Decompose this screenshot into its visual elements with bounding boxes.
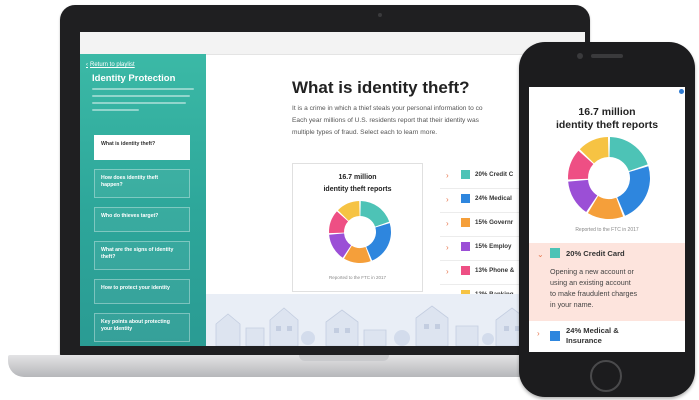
legend-swatch — [461, 194, 470, 203]
nav-item-label: How to protect your identity — [101, 285, 170, 291]
phone: 16.7 million identity theft reports Repo… — [519, 42, 695, 397]
legend-label: 24% Medical — [475, 195, 512, 202]
sidebar-nav: What is identity theft? How does identit… — [94, 135, 190, 346]
accordion-body-line: to make fraudulent charges — [550, 289, 638, 298]
laptop-base-notch — [299, 355, 389, 361]
accordion-body-line: in your name. — [550, 300, 594, 309]
chevron-right-icon: › — [446, 267, 449, 276]
intro-text-line — [92, 109, 139, 111]
accordion-body-line: Opening a new account or — [550, 267, 634, 276]
legend-swatch — [461, 266, 470, 275]
laptop-camera — [378, 13, 382, 17]
chevron-right-icon: › — [537, 329, 540, 338]
chevron-right-icon: › — [446, 171, 449, 180]
accordion-title: 20% Credit Card — [566, 249, 625, 258]
accordion-title-line: 24% Medical & — [566, 326, 619, 335]
nav-item-label: Key points about protecting — [101, 319, 170, 325]
laptop-screen: ‹ Return to playlist Identity Protection … — [80, 32, 585, 346]
sidebar-title: Identity Protection — [92, 73, 176, 84]
nav-item-how-does-identity-theft-happen[interactable]: How does identity theft happen? — [94, 169, 190, 198]
chart-label: identity theft reports — [323, 186, 392, 193]
donut-slice-medical-insurance — [617, 166, 650, 216]
nav-item-label: What are the signs of identity — [101, 247, 174, 253]
phone-screen: 16.7 million identity theft reports Repo… — [529, 87, 685, 352]
accordion-title: 24% Medical & Insurance — [566, 326, 676, 346]
accordion-title-line: Insurance — [566, 336, 602, 345]
legend-swatch — [550, 248, 560, 258]
nav-item-label: your identity — [101, 326, 133, 332]
legend-label: 15% Employ — [475, 243, 512, 250]
chart-source: Reported to the FTC in 2017 — [328, 275, 387, 280]
chevron-left-icon: ‹ — [86, 62, 88, 68]
return-to-playlist-link[interactable]: ‹ Return to playlist — [86, 62, 135, 68]
accordion-body: Opening a new account or using an existi… — [550, 266, 680, 310]
nav-item-label: Who do thieves target? — [101, 213, 159, 219]
home-button[interactable] — [590, 360, 622, 392]
donut-chart — [568, 137, 650, 219]
chart-stat: 16.7 million — [338, 174, 377, 181]
legend-swatch — [461, 242, 470, 251]
scroll-indicator — [679, 89, 684, 94]
chart-label: identity theft reports — [555, 119, 659, 131]
donut-chart — [329, 201, 391, 263]
donut-slice-credit-card — [360, 201, 390, 227]
legend-label: 15% Governr — [475, 219, 514, 226]
nav-item-signs-of-identity-theft[interactable]: What are the signs of identity theft? — [94, 241, 190, 270]
accordion-item-credit-card-expanded[interactable]: ⌄ 20% Credit Card Opening a new account … — [529, 243, 685, 321]
browser-top-bar — [80, 32, 585, 55]
donut-slice-credit-card — [609, 137, 648, 172]
nav-item-how-to-protect-your-identity[interactable]: How to protect your identity — [94, 279, 190, 304]
accordion-item-medical[interactable]: › 24% Medical & Insurance — [529, 322, 685, 352]
intro-text-line — [92, 102, 186, 104]
phone-camera — [577, 53, 583, 59]
intro-text-line — [92, 95, 190, 97]
nav-item-what-is-identity-theft[interactable]: What is identity theft? — [94, 135, 190, 160]
page-title: What is identity theft? — [292, 78, 470, 97]
sidebar: ‹ Return to playlist Identity Protection … — [80, 54, 206, 346]
return-to-playlist-label: Return to playlist — [90, 62, 135, 68]
nav-item-label: What is identity theft? — [101, 141, 156, 147]
nav-item-label: theft? — [101, 254, 116, 260]
accordion-body-line: using an existing account — [550, 278, 631, 287]
legend-label: 20% Credit C — [475, 171, 514, 178]
chevron-right-icon: › — [446, 195, 449, 204]
chart-card: 16.7 million identity theft reports Repo… — [292, 163, 423, 292]
legend-swatch — [461, 218, 470, 227]
nav-item-label: happen? — [101, 182, 123, 188]
legend-swatch — [550, 331, 560, 341]
chevron-right-icon: › — [446, 243, 449, 252]
donut-slice-medical-insurance — [366, 223, 391, 261]
nav-item-key-points[interactable]: Key points about protecting your identit… — [94, 313, 190, 342]
nav-item-who-do-thieves-target[interactable]: Who do thieves target? — [94, 207, 190, 232]
chart-source: Reported to the FTC in 2017 — [575, 227, 639, 233]
legend-swatch — [461, 170, 470, 179]
nav-item-label: How does identity theft — [101, 175, 159, 181]
chevron-right-icon: › — [446, 219, 449, 228]
sidebar-intro-text — [92, 88, 194, 118]
legend-label: 13% Phone & — [475, 267, 515, 274]
intro-text-line — [92, 88, 194, 90]
chevron-down-icon: ⌄ — [537, 250, 544, 259]
phone-speaker — [591, 54, 623, 58]
chart-stat: 16.7 million — [578, 106, 636, 118]
